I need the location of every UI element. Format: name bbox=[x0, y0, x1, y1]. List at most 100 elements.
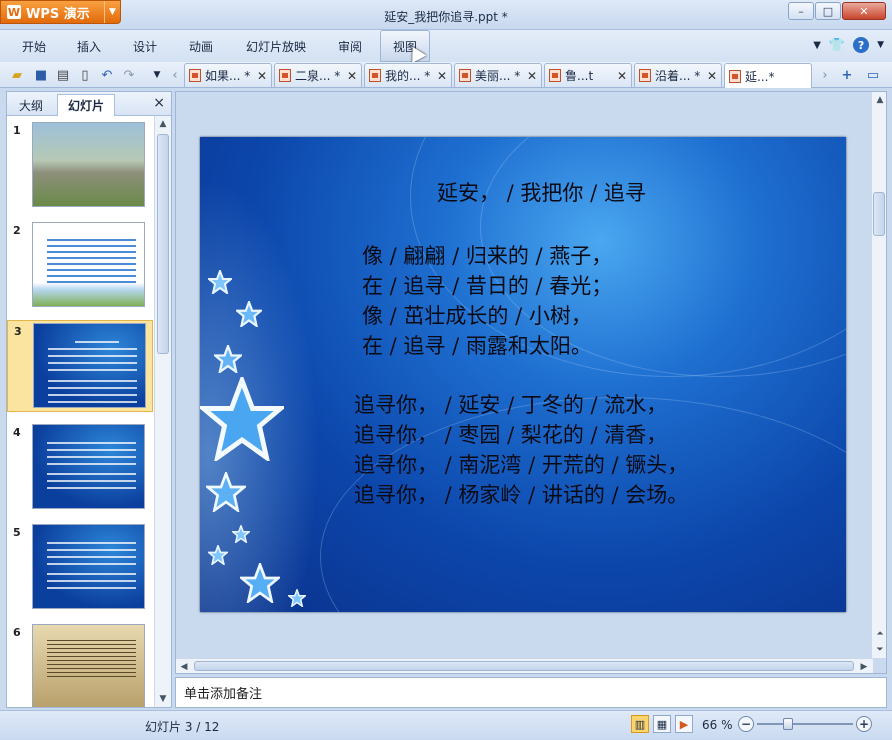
doc-tab[interactable]: 鲁...t ✕ bbox=[544, 63, 632, 87]
poem-line: 追寻你， / 南泥湾 / 开荒的 / 镢头， bbox=[354, 453, 689, 477]
redo-icon[interactable]: ↷ bbox=[120, 66, 138, 84]
quick-access-toolbar: ▰ ■ ▤ ▯ ↶ ↷ ▼ ‹ 如果... * ✕ 二泉... * ✕ 我的..… bbox=[0, 62, 892, 88]
ppt-file-icon bbox=[369, 69, 381, 82]
print-icon[interactable]: ▤ bbox=[54, 66, 72, 84]
open-folder-icon[interactable]: ▰ bbox=[8, 66, 26, 84]
slide-title: 延安， / 我把你 / 追寻 bbox=[437, 181, 646, 205]
tabs-scroll-left-icon[interactable]: ‹ bbox=[166, 66, 184, 84]
scroll-up-icon[interactable]: ▲ bbox=[872, 92, 888, 108]
print-preview-icon[interactable]: ▯ bbox=[76, 66, 94, 84]
scroll-up-icon[interactable]: ▲ bbox=[155, 116, 171, 132]
menu-bar: 开始 插入 设计 动画 幻灯片放映 审阅 视图 ▼ 👕 ? ▼ bbox=[0, 30, 892, 62]
normal-view-icon[interactable]: ▥ bbox=[631, 715, 649, 733]
current-slide[interactable]: 延安， / 我把你 / 追寻 像 / 翩翩 / 归来的 / 燕子， 在 / 追寻… bbox=[200, 137, 846, 612]
doc-tab-label: 二泉... * bbox=[295, 69, 341, 83]
slide-preview-image bbox=[32, 222, 145, 307]
ppt-file-icon bbox=[729, 69, 741, 83]
slide-sorter-view-icon[interactable]: ▦ bbox=[653, 715, 671, 733]
collapse-ribbon-icon[interactable]: ▼ bbox=[813, 40, 821, 51]
tabs-scroll-right-icon[interactable]: › bbox=[816, 66, 834, 84]
slide-preview-image bbox=[33, 323, 146, 408]
close-tab-icon[interactable]: ✕ bbox=[257, 69, 267, 83]
doc-tab[interactable]: 二泉... * ✕ bbox=[274, 63, 362, 87]
close-tab-icon[interactable]: ✕ bbox=[347, 69, 357, 83]
slide-preview-image bbox=[32, 424, 145, 509]
notes-field[interactable]: 单击添加备注 bbox=[175, 677, 887, 708]
slide-thumbnail[interactable]: 1 bbox=[7, 120, 153, 210]
slide-thumbnail-pane: 大纲 幻灯片 × 1 2 3 4 5 6 ▲ ▼ bbox=[6, 91, 172, 708]
scroll-left-icon[interactable]: ◀ bbox=[176, 659, 192, 675]
slide-thumbnail[interactable]: 2 bbox=[7, 220, 153, 310]
tab-review[interactable]: 审阅 bbox=[338, 30, 362, 62]
poem-line: 追寻你， / 延安 / 丁冬的 / 流水， bbox=[354, 393, 668, 417]
scroll-down-icon[interactable]: ▼ bbox=[155, 691, 171, 707]
zoom-slider-track[interactable] bbox=[757, 723, 853, 725]
skin-icon[interactable]: 👕 bbox=[829, 38, 845, 53]
doc-tab-label: 沿着... * bbox=[655, 69, 701, 83]
scrollbar-thumb[interactable] bbox=[873, 192, 885, 236]
thumbnail-scrollbar[interactable]: ▲ ▼ bbox=[154, 116, 171, 707]
zoom-slider-knob[interactable] bbox=[783, 718, 793, 730]
tab-home[interactable]: 开始 bbox=[22, 30, 46, 62]
toolbar-dropdown-icon[interactable]: ▼ bbox=[148, 66, 166, 84]
tab-slideshow[interactable]: 幻灯片放映 bbox=[246, 30, 306, 62]
close-tab-icon[interactable]: ✕ bbox=[527, 69, 537, 83]
slideshow-view-icon[interactable]: ▶ bbox=[675, 715, 693, 733]
poem-line: 在 / 追寻 / 昔日的 / 春光； bbox=[362, 274, 613, 298]
doc-tab[interactable]: 我的... * ✕ bbox=[364, 63, 452, 87]
close-tab-icon[interactable]: ✕ bbox=[437, 69, 447, 83]
ppt-file-icon bbox=[549, 69, 561, 82]
scrollbar-thumb[interactable] bbox=[194, 661, 854, 671]
poem-line: 在 / 追寻 / 雨露和太阳。 bbox=[362, 334, 592, 358]
close-window-button[interactable]: ✕ bbox=[842, 2, 886, 20]
doc-tab-label: 美丽... * bbox=[475, 69, 521, 83]
slide-thumbnail-selected[interactable]: 3 bbox=[7, 320, 153, 412]
ppt-file-icon bbox=[639, 69, 651, 82]
close-tab-icon[interactable]: ✕ bbox=[617, 69, 627, 83]
tab-outline[interactable]: 大纲 bbox=[9, 94, 53, 116]
slide-thumbnail[interactable]: 4 bbox=[7, 422, 153, 512]
slide-editing-area: 延安， / 我把你 / 追寻 像 / 翩翩 / 归来的 / 燕子， 在 / 追寻… bbox=[175, 91, 887, 674]
slide-vertical-scrollbar[interactable]: ▲ ⏶ ⏷ bbox=[871, 92, 886, 658]
maximize-button[interactable]: □ bbox=[815, 2, 841, 20]
slide-thumbnail[interactable]: 5 bbox=[7, 522, 153, 612]
slide-number: 6 bbox=[13, 626, 21, 639]
next-slide-icon[interactable]: ⏷ bbox=[872, 642, 888, 658]
doc-tab-active[interactable]: 延...* bbox=[724, 63, 812, 88]
undo-icon[interactable]: ↶ bbox=[98, 66, 116, 84]
close-tab-icon[interactable]: ✕ bbox=[707, 69, 717, 83]
doc-tab[interactable]: 如果... * ✕ bbox=[184, 63, 272, 87]
ppt-file-icon bbox=[459, 69, 471, 82]
slide-number: 2 bbox=[13, 224, 21, 237]
poem-line: 追寻你， / 枣园 / 梨花的 / 清香， bbox=[354, 423, 668, 447]
previous-slide-icon[interactable]: ⏶ bbox=[872, 626, 888, 642]
tab-insert[interactable]: 插入 bbox=[77, 30, 101, 62]
tab-design[interactable]: 设计 bbox=[133, 30, 157, 62]
help-dropdown-icon[interactable]: ▼ bbox=[877, 40, 884, 50]
zoom-level: 66 % bbox=[702, 718, 733, 732]
zoom-in-icon[interactable]: + bbox=[856, 716, 872, 732]
help-icon[interactable]: ? bbox=[853, 37, 870, 53]
save-icon[interactable]: ■ bbox=[32, 66, 50, 84]
ppt-file-icon bbox=[279, 69, 291, 82]
close-pane-icon[interactable]: × bbox=[153, 95, 165, 111]
poem-line: 像 / 茁壮成长的 / 小树， bbox=[362, 304, 592, 328]
doc-tab[interactable]: 美丽... * ✕ bbox=[454, 63, 542, 87]
slide-indicator: 幻灯片 3 / 12 bbox=[145, 720, 220, 734]
zoom-out-icon[interactable]: − bbox=[738, 716, 754, 732]
pane-tabs: 大纲 幻灯片 × bbox=[7, 92, 171, 116]
new-tab-icon[interactable]: + bbox=[838, 66, 856, 84]
doc-tab-label: 延...* bbox=[745, 69, 775, 84]
tab-slides[interactable]: 幻灯片 bbox=[57, 94, 116, 116]
tab-animation[interactable]: 动画 bbox=[189, 30, 213, 62]
minimize-button[interactable]: – bbox=[788, 2, 814, 20]
doc-tab[interactable]: 沿着... * ✕ bbox=[634, 63, 722, 87]
scrollbar-thumb[interactable] bbox=[157, 134, 169, 354]
slide-preview-image bbox=[32, 624, 145, 707]
scroll-right-icon[interactable]: ▶ bbox=[856, 659, 872, 675]
slide-thumbnail[interactable]: 6 bbox=[7, 622, 153, 707]
slide-horizontal-scrollbar[interactable]: ◀ ▶ bbox=[176, 658, 873, 673]
tab-list-icon[interactable]: ▭ bbox=[864, 66, 882, 84]
doc-tab-label: 鲁...t bbox=[565, 69, 594, 83]
slide-text-content: 延安， / 我把你 / 追寻 像 / 翩翩 / 归来的 / 燕子， 在 / 追寻… bbox=[200, 137, 846, 612]
